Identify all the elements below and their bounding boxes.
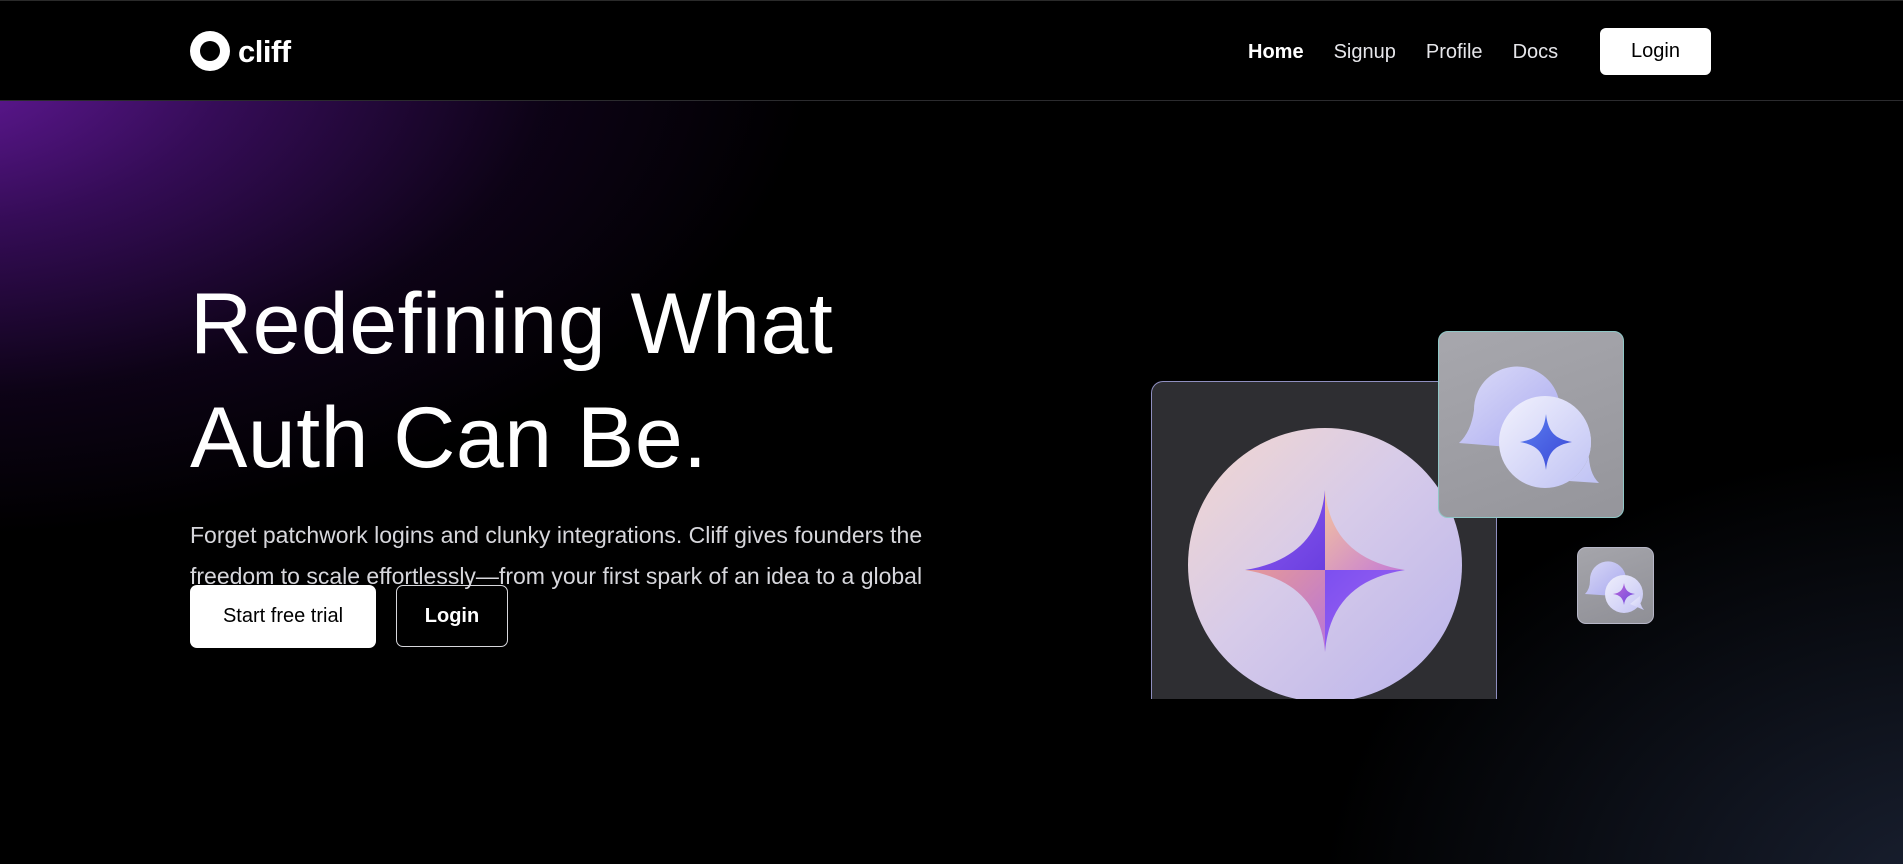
chat-card-small (1577, 547, 1654, 624)
nav-link-docs[interactable]: Docs (1513, 39, 1559, 65)
chat-bubbles-icon (1585, 561, 1644, 613)
logo[interactable]: cliff (190, 31, 291, 71)
hero-title: Redefining What Auth Can Be. (190, 267, 950, 495)
main-nav: Home Signup Profile Docs (1248, 39, 1558, 65)
nav-link-home[interactable]: Home (1248, 39, 1304, 65)
logo-text: cliff (238, 33, 291, 69)
page: cliff Home Signup Profile Docs Login Red… (0, 0, 1903, 864)
logo-ring-icon (190, 31, 230, 71)
chat-card-top (1438, 331, 1624, 518)
hero-login-button[interactable]: Login (396, 585, 508, 647)
hero-title-line-1: Redefining What (190, 276, 834, 372)
hero-title-line-2: Auth Can Be. (190, 390, 708, 486)
top-navigation-bar: cliff Home Signup Profile Docs Login (0, 0, 1903, 101)
sparkle-icon (1245, 490, 1405, 652)
start-free-trial-button[interactable]: Start free trial (190, 585, 376, 648)
nav-link-signup[interactable]: Signup (1334, 39, 1396, 65)
nav-link-profile[interactable]: Profile (1426, 39, 1483, 65)
chat-bubbles-icon (1459, 366, 1599, 488)
header-login-button[interactable]: Login (1600, 28, 1711, 75)
